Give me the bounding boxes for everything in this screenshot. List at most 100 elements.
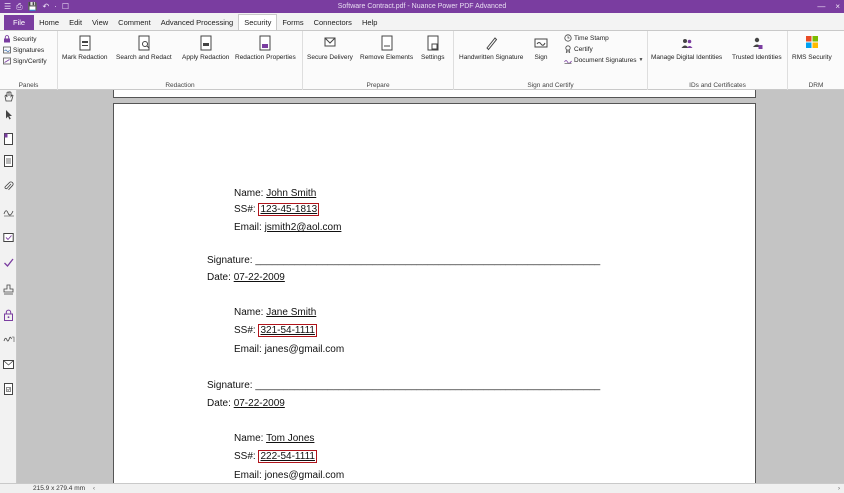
search-and-redact-button[interactable]: Search and Redact: [116, 35, 172, 61]
manage-digital-identities-button[interactable]: Manage Digital Identities: [651, 35, 722, 61]
tab-home[interactable]: Home: [34, 16, 64, 30]
ss-line: SS#: 321-54-1111: [234, 324, 317, 337]
manage-digital-identities-label: Manage Digital Identities: [651, 54, 723, 61]
hand-tool-icon[interactable]: [2, 90, 15, 103]
ss-line: SS#: 123-45-1813: [234, 203, 320, 216]
tab-advanced-processing[interactable]: Advanced Processing: [156, 16, 239, 30]
page-size-readout: 215.9 x 279.4 mm: [33, 485, 86, 492]
security-panel-button[interactable]: Security: [3, 34, 47, 44]
tab-security[interactable]: Security: [238, 14, 278, 30]
remove-elements-icon: [381, 35, 393, 51]
sign-here-icon[interactable]: [2, 333, 15, 346]
close-button[interactable]: ×: [835, 0, 840, 13]
lock-icon: [4, 35, 10, 43]
minimize-button[interactable]: —: [817, 0, 825, 13]
tab-view[interactable]: View: [87, 16, 113, 30]
drm-group: RMS Security DRM: [788, 31, 844, 90]
document-signatures-button[interactable]: Document Signatures ▼: [564, 55, 643, 65]
marked-redaction-ss[interactable]: 123-45-1813: [258, 203, 320, 216]
email-label: Email:: [234, 222, 262, 233]
name-line: Name: Tom Jones: [234, 433, 314, 444]
signature-label: Signature:: [207, 380, 253, 391]
time-stamp-label: Time Stamp: [574, 34, 609, 42]
open-icon[interactable]: ⎙: [16, 0, 22, 13]
rms-security-icon: [805, 36, 818, 48]
certify-panel-icon[interactable]: [2, 231, 15, 244]
name-value: Tom Jones: [266, 433, 315, 444]
lock-panel-icon[interactable]: [2, 308, 15, 321]
name-label: Name:: [234, 433, 264, 444]
signature-blank: ________________________________________…: [255, 255, 601, 266]
security-panel-label: Security: [13, 35, 37, 43]
customize-icon[interactable]: ☐: [62, 0, 69, 13]
tab-help[interactable]: Help: [357, 16, 382, 30]
left-toolbar: [0, 90, 17, 483]
date-value: 07-22-2009: [233, 272, 285, 283]
trusted-identities-button[interactable]: Trusted Identities: [732, 35, 782, 61]
certify-button[interactable]: Certify: [564, 44, 643, 54]
drm-group-label: DRM: [808, 82, 824, 89]
apply-redaction-button[interactable]: Apply Redaction: [182, 35, 229, 61]
prepare-group-label: Prepare: [366, 82, 390, 89]
email-line: Email: jones@gmail.com: [234, 470, 344, 481]
handwritten-signature-button[interactable]: Handwritten Signature: [459, 35, 523, 61]
redo-icon[interactable]: ·: [54, 0, 57, 13]
settings-button[interactable]: Settings: [421, 35, 445, 61]
signatures-icon: [3, 46, 11, 54]
remove-elements-label: Remove Elements: [360, 54, 414, 61]
chevron-down-icon[interactable]: ▼: [639, 57, 644, 63]
document-properties-icon[interactable]: [2, 382, 15, 395]
stamp-icon[interactable]: [2, 283, 15, 296]
date-label: Date:: [207, 398, 231, 409]
sign-certify-group: Handwritten Signature Sign Time Stamp Ce…: [454, 31, 648, 90]
redaction-properties-icon: [259, 35, 271, 51]
remove-elements-button[interactable]: Remove Elements: [360, 35, 413, 61]
apply-redaction-icon: [200, 35, 212, 51]
document-viewport[interactable]: Name: John Smith SS#: 123-45-1813 Email:…: [17, 90, 844, 483]
sign-certify-panel-button[interactable]: Sign/Certify: [3, 56, 47, 66]
tab-comment[interactable]: Comment: [113, 16, 156, 30]
scroll-right-icon[interactable]: ›: [838, 486, 840, 492]
redaction-group: Mark Redaction Search and Redact Apply R…: [58, 31, 303, 90]
tab-forms[interactable]: Forms: [277, 16, 308, 30]
pages-panel-icon[interactable]: [2, 132, 15, 145]
tab-connectors[interactable]: Connectors: [309, 16, 357, 30]
email-value: jones@gmail.com: [264, 470, 345, 481]
search-redact-icon: [138, 35, 150, 51]
undo-icon[interactable]: ↶: [43, 0, 50, 13]
secure-delivery-button[interactable]: Secure Delivery: [307, 35, 353, 61]
rms-security-button[interactable]: RMS Security: [792, 35, 832, 61]
panels-group: Security Signatures Sign/Certify Panels: [0, 31, 58, 90]
sign-button[interactable]: Sign: [534, 35, 548, 61]
signatures-panel-button[interactable]: Signatures: [3, 45, 47, 55]
redaction-properties-button[interactable]: Redaction Properties: [235, 35, 296, 61]
document-page: Name: John Smith SS#: 123-45-1813 Email:…: [113, 103, 756, 483]
email-icon[interactable]: [2, 358, 15, 371]
ss-label: SS#:: [234, 204, 256, 215]
email-label: Email:: [234, 470, 262, 481]
save-icon[interactable]: 💾: [28, 0, 38, 13]
redaction-group-label: Redaction: [165, 82, 195, 89]
handwritten-signature-label: Handwritten Signature: [459, 54, 524, 61]
document-panel-icon[interactable]: [2, 154, 15, 167]
attachment-icon[interactable]: [2, 180, 15, 193]
tab-edit[interactable]: Edit: [64, 16, 87, 30]
prepare-group: Secure Delivery Remove Elements Settings…: [303, 31, 454, 90]
scroll-left-icon[interactable]: ‹: [93, 486, 95, 492]
select-arrow-icon[interactable]: [2, 108, 15, 121]
signature-line: Signature: _____________________________…: [207, 255, 600, 266]
tab-file[interactable]: File: [4, 15, 35, 30]
app-menu-icon[interactable]: ☰: [4, 0, 11, 13]
checkmark-icon[interactable]: [2, 256, 15, 269]
marked-redaction-ss[interactable]: 321-54-1111: [258, 324, 317, 337]
marked-redaction-ss[interactable]: 222-54-1111: [258, 450, 317, 463]
signatures-panel-icon[interactable]: [2, 205, 15, 218]
trusted-identities-label: Trusted Identities: [732, 54, 782, 61]
date-label: Date:: [207, 272, 231, 283]
ss-label: SS#:: [234, 325, 256, 336]
signature-line: Signature: _____________________________…: [207, 380, 600, 391]
mark-redaction-button[interactable]: Mark Redaction: [62, 35, 108, 61]
time-stamp-button[interactable]: Time Stamp: [564, 33, 643, 43]
email-value: janes@gmail.com: [264, 344, 345, 355]
sign-label: Sign: [534, 54, 548, 61]
